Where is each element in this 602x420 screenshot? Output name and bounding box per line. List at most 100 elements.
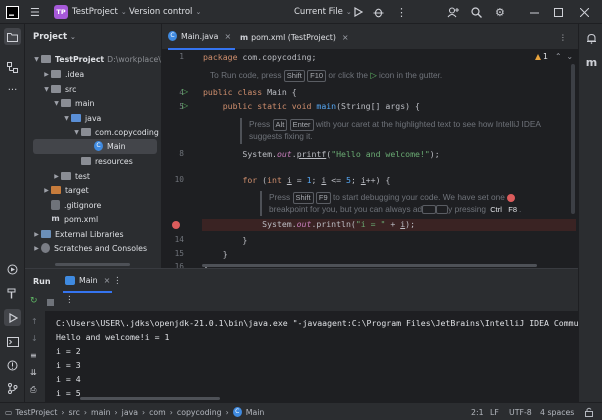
tree-item-src[interactable]: ▼ src bbox=[25, 82, 76, 97]
tab-main-java[interactable]: C Main.java × bbox=[168, 24, 236, 50]
breakpoint-icon[interactable] bbox=[172, 221, 180, 229]
line-separator[interactable]: LF bbox=[490, 403, 499, 420]
more-vertical-icon[interactable]: ⋮ bbox=[396, 0, 407, 24]
chevron-down-icon[interactable]: ⌄ bbox=[567, 52, 574, 61]
breadcrumb-item[interactable]: com bbox=[149, 408, 166, 417]
debug-hint: Press Shift F9 to start debugging your c… bbox=[269, 192, 516, 204]
notifications-icon[interactable] bbox=[583, 30, 600, 47]
maven-tool-icon[interactable]: m bbox=[583, 54, 600, 71]
console-line: i = 3 bbox=[56, 360, 81, 370]
chevron-up-icon[interactable]: ⌃ bbox=[555, 52, 562, 61]
console-output[interactable]: C:\Users\USER\.jdks\openjdk-21.0.1\bin\j… bbox=[45, 311, 578, 403]
close-icon[interactable]: × bbox=[342, 33, 349, 42]
arrow-down-icon[interactable]: ↓ bbox=[31, 334, 38, 343]
caret-position[interactable]: 2:1 bbox=[471, 403, 484, 420]
more-vertical-icon[interactable]: ⋮ bbox=[113, 269, 122, 293]
close-icon[interactable]: × bbox=[224, 32, 231, 41]
breadcrumb-item[interactable]: main bbox=[91, 408, 110, 417]
breadcrumb-item[interactable]: src bbox=[69, 408, 80, 417]
editor-tabs: C Main.java × m pom.xml (TestProject) × … bbox=[162, 24, 578, 50]
tree-item-target[interactable]: ▶ target bbox=[25, 183, 89, 198]
chevron-down-icon: ▼ bbox=[64, 114, 69, 122]
close-icon[interactable]: × bbox=[104, 276, 111, 285]
run-config-selector[interactable]: Current File ⌄ bbox=[294, 0, 352, 24]
tree-item-java[interactable]: ▼ java bbox=[25, 111, 101, 126]
file-encoding[interactable]: UTF-8 bbox=[509, 403, 532, 420]
folder-icon bbox=[51, 70, 61, 79]
tree-item-test[interactable]: ▶ test bbox=[25, 169, 90, 184]
code-editor[interactable]: 1 4 5 8 10 14 15 16 ▷ ▷ ▲ 1 ⌃ ⌄ package … bbox=[162, 50, 578, 268]
tree-item-idea[interactable]: ▶ .idea bbox=[25, 67, 84, 82]
build-tool-icon[interactable] bbox=[4, 285, 21, 302]
tree-item-path: D:\workplace\Tes bbox=[107, 54, 161, 64]
run-config-label: Current File bbox=[294, 7, 343, 17]
class-icon: C bbox=[94, 141, 103, 152]
horizontal-scrollbar[interactable] bbox=[202, 264, 537, 267]
project-panel-header[interactable]: Project ⌄ bbox=[25, 24, 161, 50]
run-hint: To Run code, press Shift F10 or click th… bbox=[210, 70, 443, 82]
terminal-tool-icon[interactable] bbox=[4, 333, 21, 350]
shortcut-key: Shift bbox=[283, 70, 305, 82]
more-horizontal-icon[interactable]: ··· bbox=[4, 82, 21, 99]
problems-tool-icon[interactable] bbox=[4, 357, 21, 374]
structure-tool-icon[interactable] bbox=[4, 59, 21, 76]
run-gutter-icon[interactable]: ▷ bbox=[182, 87, 190, 96]
breadcrumb-item[interactable]: copycoding bbox=[177, 408, 222, 417]
stop-icon[interactable] bbox=[47, 299, 54, 306]
console-line: i = 4 bbox=[56, 374, 81, 384]
project-tool-icon[interactable] bbox=[4, 28, 21, 45]
tree-item-external-libraries[interactable]: ▶ External Libraries bbox=[25, 227, 123, 242]
console-line: C:\Users\USER\.jdks\openjdk-21.0.1\bin\j… bbox=[56, 318, 578, 328]
search-icon[interactable] bbox=[471, 0, 482, 24]
project-switcher[interactable]: TP TestProject ⌄ bbox=[54, 0, 127, 24]
console-line: i = 5 bbox=[56, 388, 81, 398]
debug-icon[interactable] bbox=[373, 0, 384, 24]
chevron-down-icon: ⌄ bbox=[120, 8, 127, 16]
scroll-to-end-icon[interactable]: ⇊ bbox=[30, 368, 37, 377]
horizontal-scrollbar[interactable] bbox=[80, 397, 220, 400]
gear-icon[interactable]: ⚙ bbox=[495, 0, 505, 24]
print-icon[interactable]: ⎙ bbox=[30, 385, 36, 395]
tree-item-gitignore[interactable]: .gitignore bbox=[25, 198, 101, 213]
chevron-down-icon: ⌄ bbox=[195, 8, 202, 16]
rerun-icon[interactable]: ↻ bbox=[30, 296, 38, 306]
soft-wrap-icon[interactable]: ≡ bbox=[30, 351, 37, 360]
tree-item-package[interactable]: ▼ com.copycoding bbox=[25, 125, 159, 140]
tree-item-testproject[interactable]: ▼ TestProject D:\workplace\Tes bbox=[25, 52, 161, 67]
breadcrumb-item[interactable]: TestProject bbox=[15, 408, 57, 417]
tree-item-main[interactable]: ▼ main bbox=[25, 96, 94, 111]
inspection-widget[interactable]: ▲ 1 ⌃ ⌄ bbox=[535, 52, 573, 61]
tab-pom-xml[interactable]: m pom.xml (TestProject) × bbox=[240, 24, 349, 50]
services-tool-icon[interactable] bbox=[4, 261, 21, 278]
maximize-icon[interactable] bbox=[554, 0, 563, 24]
run-icon[interactable] bbox=[353, 0, 363, 24]
tree-item-resources[interactable]: resources bbox=[25, 154, 133, 169]
chevron-down-icon: ▼ bbox=[34, 55, 39, 63]
tree-item-main-class[interactable]: C Main bbox=[33, 139, 157, 154]
breadcrumb-item[interactable]: java bbox=[122, 408, 138, 417]
tree-item-pom[interactable]: m pom.xml bbox=[25, 212, 98, 227]
code-line: } bbox=[203, 249, 228, 259]
add-user-icon[interactable] bbox=[447, 0, 459, 24]
hamburger-icon[interactable]: ☰ bbox=[30, 0, 40, 24]
horizontal-scrollbar[interactable] bbox=[55, 263, 130, 266]
breadcrumb-item[interactable]: Main bbox=[246, 408, 265, 417]
vertical-scrollbar[interactable] bbox=[571, 64, 575, 214]
more-vertical-icon[interactable]: ⋮ bbox=[65, 295, 74, 305]
vcs-menu[interactable]: Version control ⌄ bbox=[129, 0, 201, 24]
lock-icon[interactable] bbox=[585, 403, 593, 420]
minimize-icon[interactable] bbox=[530, 0, 539, 24]
more-vertical-icon[interactable]: ⋮ bbox=[559, 24, 567, 50]
git-tool-icon[interactable] bbox=[4, 380, 21, 397]
warning-icon: ▲ bbox=[535, 52, 541, 61]
arrow-up-icon[interactable]: ↑ bbox=[31, 317, 38, 326]
class-icon: C bbox=[168, 31, 177, 41]
tree-item-label: Scratches and Consoles bbox=[54, 243, 148, 253]
tree-item-scratches[interactable]: ▶ Scratches and Consoles bbox=[25, 241, 147, 256]
indent-setting[interactable]: 4 spaces bbox=[540, 403, 574, 420]
tab-run-main[interactable]: Main × bbox=[63, 269, 113, 293]
code-line: public static void main(String[] args) { bbox=[222, 101, 420, 111]
run-tool-icon[interactable] bbox=[4, 309, 21, 326]
close-icon[interactable] bbox=[580, 0, 589, 24]
run-gutter-icon[interactable]: ▷ bbox=[182, 101, 190, 110]
